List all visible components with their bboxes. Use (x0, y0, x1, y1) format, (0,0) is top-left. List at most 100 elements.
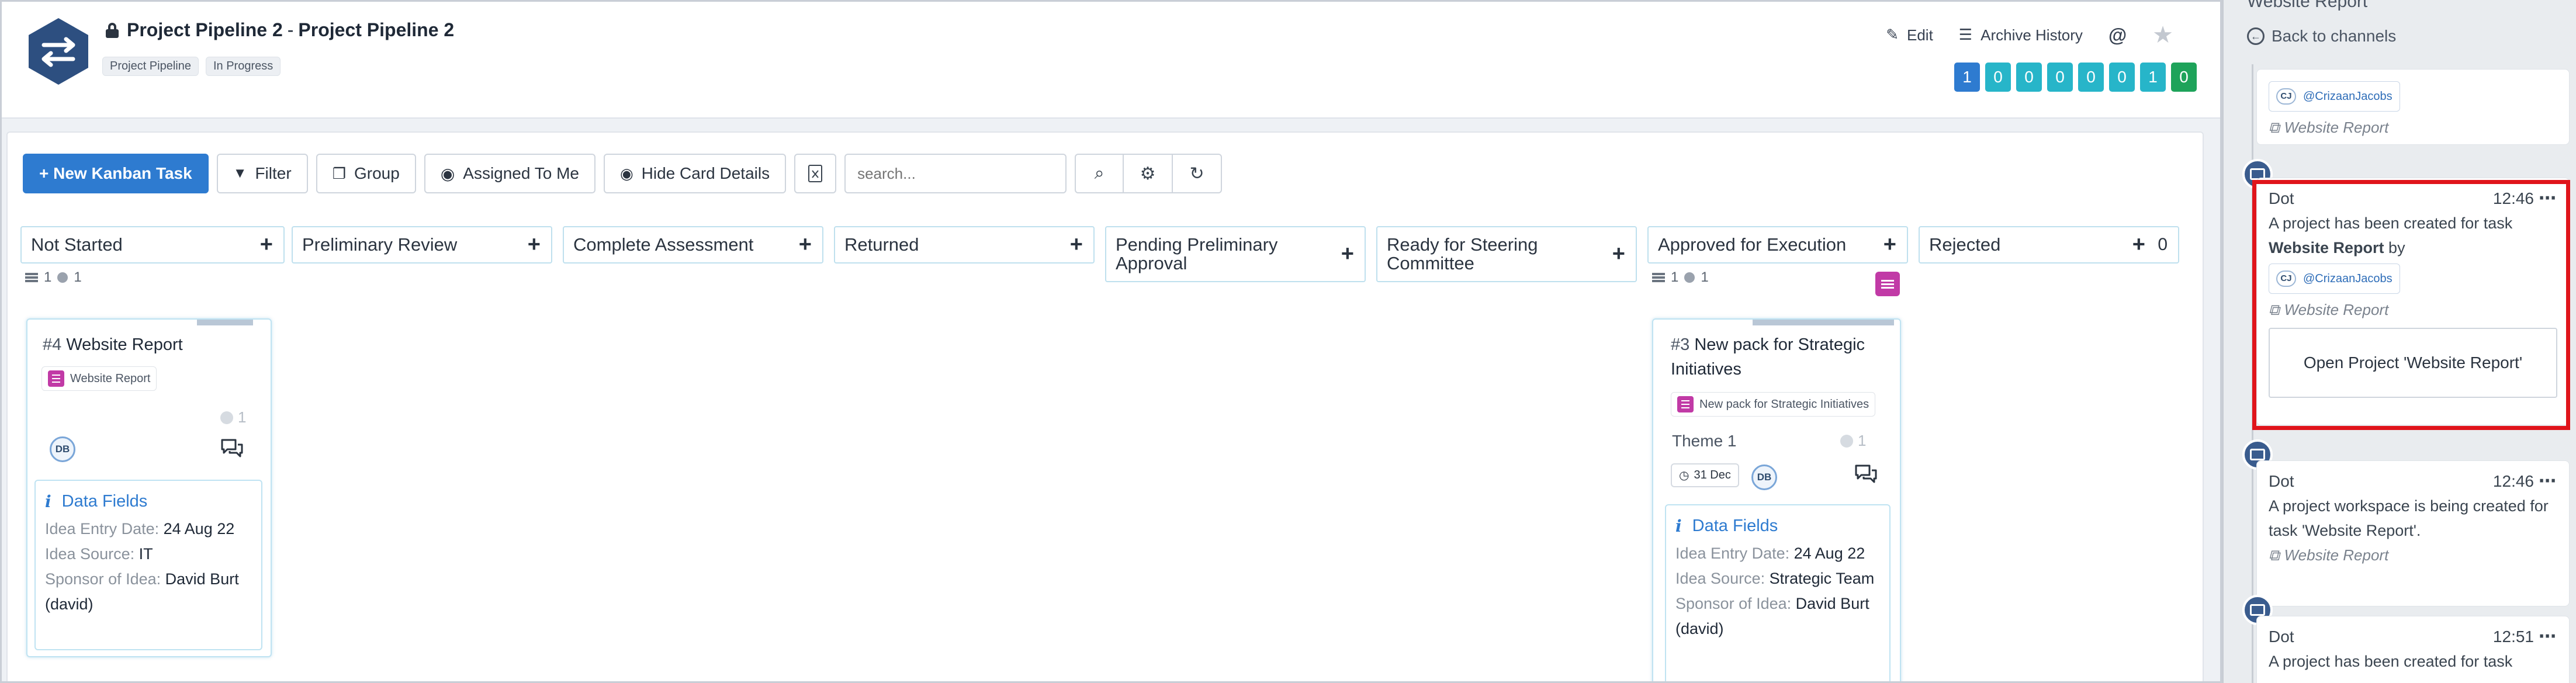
header-actions: ✎ Edit ☰ Archive History @ ★ (1886, 22, 2173, 48)
add-task-icon[interactable]: + (260, 233, 273, 258)
status-count-box[interactable]: 0 (1985, 63, 2011, 92)
field-label: Idea Source: (45, 545, 135, 563)
status-count-box[interactable]: 0 (2047, 63, 2073, 92)
comments-icon[interactable] (220, 438, 244, 459)
channel-link[interactable]: ⧉ Website Report (2269, 115, 2557, 140)
message-project-created: Dot 12:46 ⋯ A project has been created f… (2256, 178, 2570, 425)
filter-icon: ▼ (233, 165, 247, 181)
card-progress-bar (1753, 320, 1894, 325)
tasks-icon (25, 273, 38, 282)
assigned-label: Assigned To Me (463, 164, 579, 182)
new-kanban-task-button[interactable]: + New Kanban Task (23, 154, 209, 193)
status-count-box[interactable]: 0 (2078, 63, 2104, 92)
add-task-icon[interactable]: + (1070, 233, 1083, 258)
status-count-box[interactable]: 0 (2016, 63, 2042, 92)
add-task-icon[interactable]: + (1883, 233, 1896, 258)
excel-icon (808, 165, 823, 182)
edit-button[interactable]: ✎ Edit (1886, 26, 1933, 44)
back-to-channels-link[interactable]: ← Back to channels (2247, 27, 2396, 46)
dot-count: 1 (74, 269, 82, 285)
status-count-box[interactable]: 0 (2171, 63, 2197, 92)
project-logo-icon (29, 18, 88, 85)
text-part: A project has been created for task (2269, 214, 2513, 232)
back-arrow-icon: ← (2247, 27, 2265, 45)
message-top: CJ @CrizaanJacobs ⧉ Website Report (2256, 69, 2570, 145)
add-task-icon[interactable]: + (528, 233, 541, 258)
user-mention-chip[interactable]: CJ @CrizaanJacobs (2269, 264, 2400, 294)
user-mention-chip[interactable]: CJ @CrizaanJacobs (2269, 81, 2400, 112)
tag-project-pipeline: Project Pipeline (102, 57, 199, 76)
channel-chip[interactable]: New pack for Strategic Initiatives (1671, 392, 1876, 417)
group-button[interactable]: ❐ Group (316, 154, 416, 193)
card-title-text: New pack for Strategic Initiatives (1671, 335, 1865, 379)
card-title[interactable]: #4 Website Report (43, 332, 265, 357)
column-title: Rejected (1929, 234, 2001, 255)
open-project-button[interactable]: Open Project 'Website Report' (2269, 328, 2557, 398)
data-fields-header[interactable]: i Data Fields (45, 489, 252, 514)
timeline-line (2252, 64, 2253, 683)
status-count-box[interactable]: 1 (1954, 63, 1980, 92)
due-date-chip[interactable]: ◷ 31 Dec (1671, 463, 1739, 487)
export-excel-button[interactable] (794, 154, 837, 193)
hide-card-details-button[interactable]: ◉ Hide Card Details (603, 154, 787, 193)
dot-count: 1 (1701, 269, 1709, 285)
more-options-icon[interactable]: ⋯ (2539, 625, 2557, 649)
archive-history-button[interactable]: ☰ Archive History (1959, 26, 2083, 44)
kanban-card-website-report[interactable]: #4 Website Report Website Report 1 DB i … (26, 318, 272, 657)
card-title[interactable]: #3 New pack for Strategic Initiatives (1671, 332, 1881, 382)
add-task-icon[interactable]: + (2132, 233, 2145, 258)
field-label: Sponsor of Idea: (45, 570, 161, 588)
field-idea-entry-date: Idea Entry Date: 24 Aug 22 (1675, 541, 1880, 566)
user-mention: @CrizaanJacobs (2303, 90, 2393, 103)
column-returned[interactable]: Returned + (834, 226, 1095, 264)
column-rejected[interactable]: Rejected + 0 (1919, 226, 2179, 264)
status-count-box[interactable]: 0 (2109, 63, 2135, 92)
search-input[interactable] (844, 154, 1067, 193)
dot-icon (57, 272, 68, 283)
card-number: #3 (1671, 335, 1690, 354)
comments-icon[interactable] (1854, 463, 1878, 484)
status-count-box[interactable]: 1 (2140, 63, 2166, 92)
add-task-icon[interactable]: + (1612, 242, 1625, 267)
data-fields-header[interactable]: i Data Fields (1675, 514, 1880, 539)
chip-label: New pack for Strategic Initiatives (1699, 397, 1869, 411)
text-bold: Website Report (2269, 239, 2384, 256)
channel-badge-icon[interactable] (1875, 272, 1900, 296)
group-icon: ❐ (332, 164, 346, 182)
favorite-button[interactable]: ★ (2152, 22, 2173, 48)
dot-icon (1840, 434, 1853, 448)
dot-count-value: 1 (238, 408, 247, 426)
user-circle-icon: ◉ (440, 164, 455, 183)
assigned-to-me-button[interactable]: ◉ Assigned To Me (424, 154, 595, 193)
column-approved-for-execution[interactable]: Approved for Execution + (1647, 226, 1908, 264)
group-label: Group (354, 164, 400, 182)
search-button[interactable]: ⌕ (1075, 154, 1124, 193)
filter-button[interactable]: ▼ Filter (216, 154, 308, 193)
open-project-label: Open Project 'Website Report' (2303, 353, 2523, 372)
channel-chip[interactable]: Website Report (41, 366, 157, 391)
add-task-icon[interactable]: + (1341, 242, 1354, 267)
column-pending-preliminary-approval[interactable]: Pending Preliminary Approval + (1105, 226, 1366, 282)
column-title: Ready for Steering Committee (1387, 234, 1538, 273)
column-not-started[interactable]: Not Started + (20, 226, 285, 264)
settings-button[interactable]: ⚙ (1124, 154, 1173, 193)
avatar[interactable]: DB (1751, 464, 1777, 490)
mention-button[interactable]: @ (2108, 25, 2127, 46)
channel-link[interactable]: ⧉ Website Report (2269, 543, 2557, 567)
column-preliminary-review[interactable]: Preliminary Review + (292, 226, 552, 264)
avatar[interactable]: DB (50, 436, 75, 462)
dot-icon (220, 411, 233, 424)
more-options-icon[interactable]: ⋯ (2539, 186, 2557, 211)
channel-link[interactable]: ⧉ Website Report (2269, 297, 2557, 322)
add-task-icon[interactable]: + (799, 233, 812, 258)
project-header: Project Pipeline 2- Project Pipeline 2 Pr… (2, 2, 2220, 119)
refresh-button[interactable]: ↻ (1173, 154, 1223, 193)
column-ready-for-steering-committee[interactable]: Ready for Steering Committee + (1376, 226, 1637, 282)
kanban-board: + New Kanban Task ▼ Filter ❐ Group ◉ Ass… (6, 131, 2204, 681)
kanban-card-new-pack[interactable]: #3 New pack for Strategic Initiatives Ne… (1652, 318, 1901, 681)
main-area: Project Pipeline 2- Project Pipeline 2 Pr… (0, 0, 2222, 683)
column-title: Approved for Execution (1658, 234, 1847, 255)
field-value: 24 Aug 22 (163, 520, 235, 538)
column-complete-assessment[interactable]: Complete Assessment + (563, 226, 823, 264)
more-options-icon[interactable]: ⋯ (2539, 469, 2557, 494)
